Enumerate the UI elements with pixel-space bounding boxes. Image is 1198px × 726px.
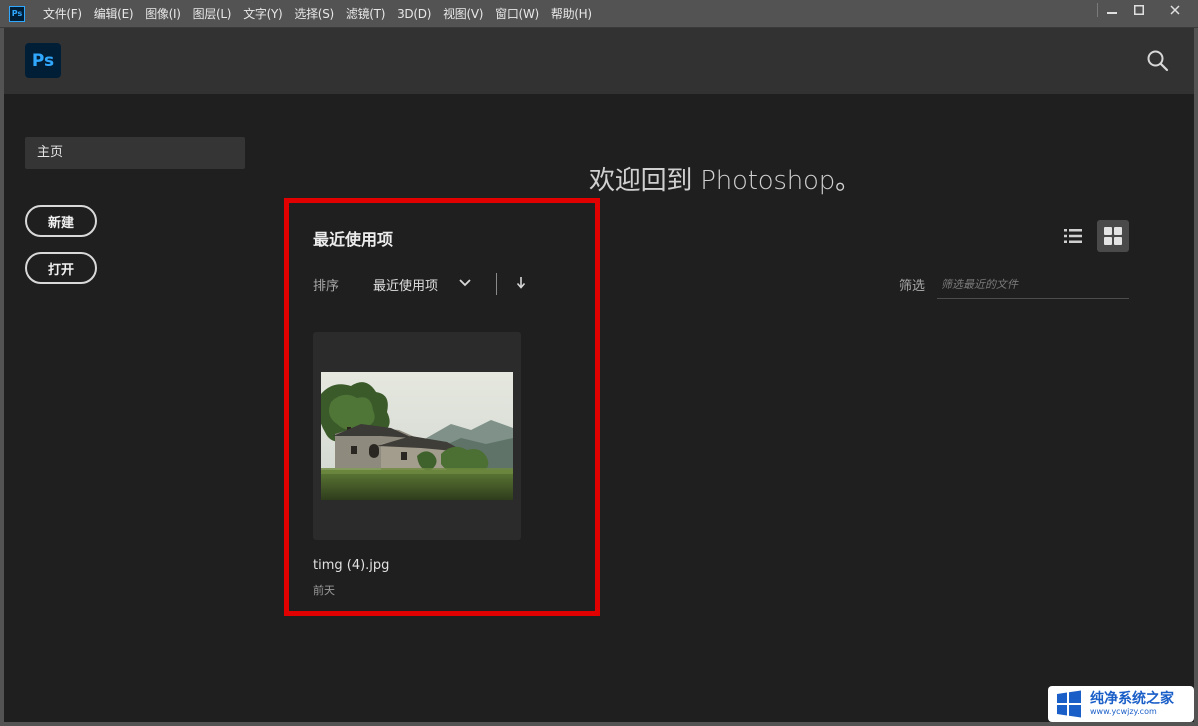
- close-button[interactable]: [1152, 0, 1198, 20]
- sort-label: 排序: [313, 279, 340, 294]
- menu-select[interactable]: 选择(S): [288, 0, 339, 28]
- search-button[interactable]: [1146, 49, 1170, 73]
- maximize-icon: [1134, 5, 1144, 15]
- app-header: Ps: [4, 28, 1194, 94]
- menu-bar: Ps 文件(F) 编辑(E) 图像(I) 图层(L) 文字(Y) 选择(S) 滤…: [0, 0, 1198, 28]
- window-bottom-border: [0, 722, 1198, 726]
- menu-image[interactable]: 图像(I): [139, 0, 186, 28]
- sort-divider: [496, 273, 497, 295]
- menu-file[interactable]: 文件(F): [37, 0, 88, 28]
- grid-view-icon: [1104, 227, 1122, 245]
- open-button[interactable]: 打开: [25, 252, 97, 284]
- list-view-icon: [1064, 229, 1082, 243]
- sort-direction-arrow-icon[interactable]: [515, 276, 527, 290]
- filter-label: 筛选: [899, 279, 926, 294]
- window-controls: [1097, 0, 1198, 20]
- photoshop-logo[interactable]: Ps: [25, 43, 61, 78]
- minimize-button[interactable]: [1098, 0, 1126, 20]
- watermark-title: 纯净系统之家: [1090, 691, 1174, 707]
- close-icon: [1170, 5, 1180, 15]
- grid-view-button[interactable]: [1097, 220, 1129, 252]
- sidebar-item-home[interactable]: 主页: [25, 137, 245, 169]
- filter-input[interactable]: [937, 270, 1129, 299]
- file-date: 前天: [313, 584, 335, 597]
- minimize-icon: [1107, 12, 1117, 14]
- watermark-url: www.ycwjzy.com: [1090, 707, 1157, 716]
- recent-section-title: 最近使用项: [313, 230, 394, 249]
- maximize-button[interactable]: [1126, 0, 1152, 20]
- search-icon: [1147, 50, 1169, 72]
- file-name[interactable]: timg (4).jpg: [313, 558, 389, 573]
- window-right-border: [1194, 28, 1198, 726]
- windows-logo-icon: [1057, 690, 1081, 718]
- menu-edit[interactable]: 编辑(E): [88, 0, 139, 28]
- file-thumbnail: [321, 372, 513, 500]
- new-button[interactable]: 新建: [25, 205, 97, 237]
- menu-help[interactable]: 帮助(H): [545, 0, 598, 28]
- menu-layer[interactable]: 图层(L): [187, 0, 238, 28]
- menu-3d[interactable]: 3D(D): [391, 0, 437, 28]
- recent-file-card[interactable]: [313, 332, 521, 540]
- menu-view[interactable]: 视图(V): [437, 0, 489, 28]
- list-view-button[interactable]: [1058, 221, 1088, 251]
- menu-filter[interactable]: 滤镜(T): [340, 0, 391, 28]
- menu-window[interactable]: 窗口(W): [489, 0, 545, 28]
- chevron-down-icon[interactable]: [458, 278, 472, 288]
- menu-type[interactable]: 文字(Y): [237, 0, 288, 28]
- site-watermark: 纯净系统之家 www.ycwjzy.com: [1048, 686, 1194, 722]
- app-icon[interactable]: Ps: [9, 5, 25, 22]
- welcome-heading: 欢迎回到 Photoshop。: [589, 166, 861, 196]
- window-left-border: [0, 28, 4, 726]
- sort-dropdown[interactable]: 最近使用项: [373, 275, 438, 294]
